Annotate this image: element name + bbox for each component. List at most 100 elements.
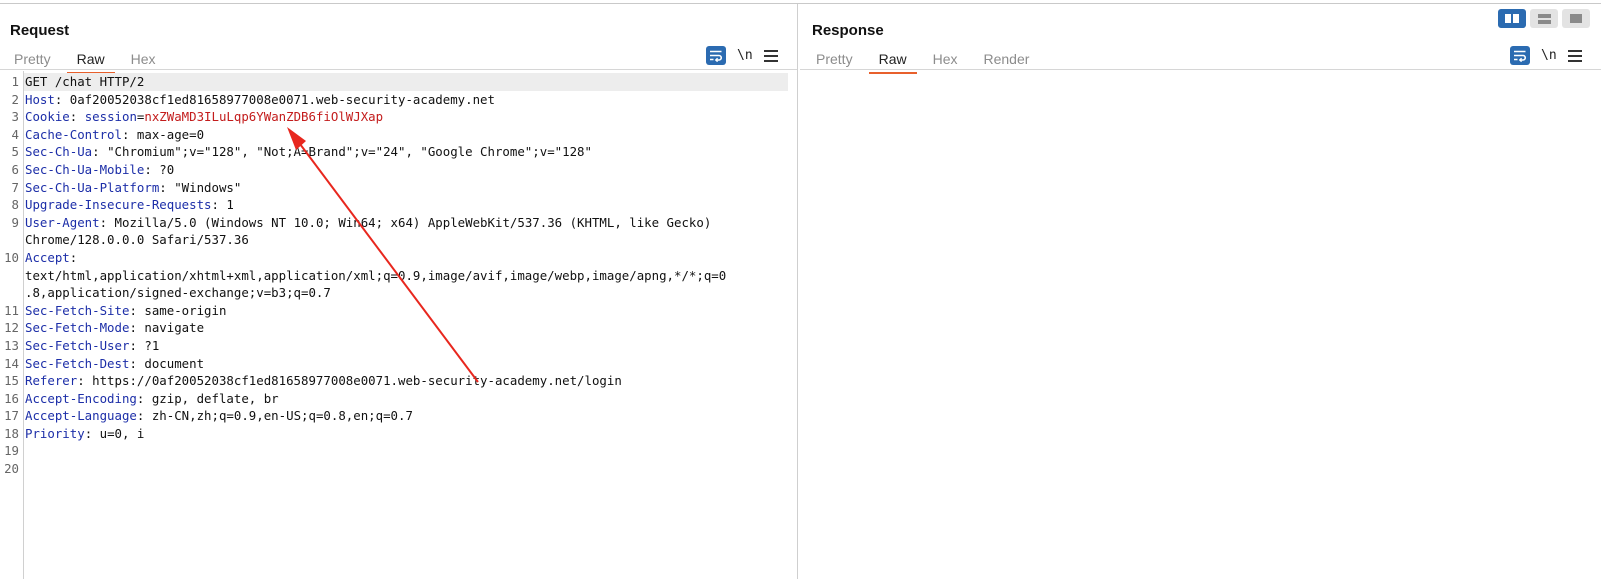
request-title: Request — [10, 22, 70, 39]
header-value: ?1 — [144, 337, 160, 353]
response-newline-toggle[interactable]: \n — [1541, 48, 1557, 63]
cookie-name: session — [84, 109, 137, 125]
header-name: Accept-Language — [25, 408, 137, 424]
request-hamburger-menu-icon[interactable] — [763, 49, 778, 62]
header-value: gzip, deflate, br — [151, 390, 279, 406]
line-number: 7 — [11, 179, 19, 195]
cookie-value: nxZWaMD3ILuLqp6YWanZDB6fiOlWJXap — [144, 109, 384, 125]
request-line: 3 Cookie: session=nxZWaMD3ILuLqp6YWanZDB6… — [0, 108, 790, 126]
request-panel: Request Pretty Raw Hex \n 1 GET /chat HTTP/… — [0, 4, 798, 579]
request-line: 10 Accept: — [0, 249, 790, 267]
header-value: document — [144, 355, 205, 371]
line-content: User-Agent: Mozilla/5.0 (Windows NT 10.0… — [25, 214, 712, 230]
request-tab-divider — [0, 69, 797, 70]
header-value: 0af20052038cf1ed81658977008e0071.web-sec… — [69, 91, 495, 107]
header-value: same-origin — [144, 302, 227, 318]
line-number: 9 — [11, 214, 19, 230]
line-text: text/html,application/xhtml+xml,applicat… — [25, 267, 727, 283]
response-editor[interactable] — [800, 71, 1597, 579]
line-number — [0, 267, 24, 285]
line-number: 5 — [11, 144, 19, 160]
header-name: Sec-Ch-Ua-Mobile — [25, 161, 145, 177]
response-hamburger-menu-icon[interactable] — [1567, 49, 1582, 62]
line-number — [0, 231, 24, 249]
request-line: 14 Sec-Fetch-Dest: document — [0, 355, 790, 373]
request-line: 2 Host: 0af20052038cf1ed81658977008e0071.… — [0, 91, 790, 109]
line-content: Sec-Ch-Ua: "Chromium";v="128", "Not;A=Br… — [25, 144, 592, 160]
line-number: 16 — [4, 390, 19, 406]
header-name: Sec-Ch-Ua — [25, 144, 93, 160]
line-content: GET /chat HTTP/2 — [24, 73, 788, 91]
header-name: Sec-Fetch-User — [25, 337, 130, 353]
header-value: "Chromium";v="128", "Not;A=Brand";v="24"… — [107, 144, 592, 160]
header-value: ?0 — [159, 161, 175, 177]
request-line: 7 Sec-Ch-Ua-Platform: "Windows" — [0, 179, 790, 197]
header-value: max-age=0 — [136, 126, 205, 142]
response-panel: Response Pretty Raw Hex Render \n — [800, 4, 1601, 579]
request-line: 20 — [0, 460, 790, 478]
line-content: Priority: u=0, i — [25, 425, 145, 441]
line-content: Upgrade-Insecure-Requests: 1 — [25, 197, 234, 213]
line-number: 14 — [4, 355, 19, 371]
line-number — [0, 284, 24, 302]
line-content: Cookie: session=nxZWaMD3ILuLqp6YWanZDB6f… — [25, 109, 384, 125]
line-number: 15 — [4, 373, 19, 389]
request-line: 5 Sec-Ch-Ua: "Chromium";v="128", "Not;A=B… — [0, 143, 790, 161]
line-number: 19 — [4, 443, 19, 459]
request-line: 17 Accept-Language: zh-CN,zh;q=0.9,en-US;… — [0, 407, 790, 425]
request-line: 12 Sec-Fetch-Mode: navigate — [0, 319, 790, 337]
line-number: 4 — [11, 126, 19, 142]
line-content: Chrome/128.0.0.0 Safari/537.36 — [24, 231, 788, 249]
header-name: User-Agent — [25, 214, 100, 230]
line-content: Accept: — [25, 249, 85, 265]
header-name: Sec-Ch-Ua-Platform — [25, 179, 160, 195]
request-line: 16 Accept-Encoding: gzip, deflate, br — [0, 390, 790, 408]
request-line: 6 Sec-Ch-Ua-Mobile: ?0 — [0, 161, 790, 179]
request-newline-toggle[interactable]: \n — [737, 48, 753, 63]
line-number: 3 — [11, 109, 19, 125]
line-content: Sec-Fetch-Site: same-origin — [25, 302, 227, 318]
line-number: 2 — [11, 91, 19, 107]
header-name: Host — [25, 91, 55, 107]
header-name: Cache-Control — [25, 126, 122, 142]
line-number: 8 — [11, 197, 19, 213]
wrap-lines-icon — [710, 50, 723, 62]
line-content: Cache-Control: max-age=0 — [25, 126, 205, 142]
request-editor[interactable]: 1 GET /chat HTTP/2 2 Host: 0af20052038cf1ed… — [0, 71, 797, 579]
line-number: 12 — [4, 320, 19, 336]
line-content: Referer: https://0af20052038cf1ed8165897… — [25, 373, 622, 389]
line-content: Sec-Fetch-Dest: document — [25, 355, 205, 371]
line-content — [24, 460, 788, 478]
header-name: Sec-Fetch-Dest — [25, 355, 130, 371]
line-number: 11 — [4, 302, 19, 318]
request-toolbar: \n — [706, 46, 778, 65]
request-line: 1 GET /chat HTTP/2 — [0, 73, 790, 91]
request-line: Chrome/128.0.0.0 Safari/537.36 — [0, 231, 790, 249]
line-number: 10 — [4, 249, 19, 265]
line-text: Chrome/128.0.0.0 Safari/537.36 — [25, 232, 249, 248]
line-number: 6 — [11, 161, 19, 177]
response-tab-divider — [800, 69, 1601, 70]
request-line: 8 Upgrade-Insecure-Requests: 1 — [0, 196, 790, 214]
line-content: Sec-Fetch-User: ?1 — [25, 337, 160, 353]
response-wrap-lines-button[interactable] — [1510, 46, 1530, 65]
request-wrap-lines-button[interactable] — [706, 46, 726, 65]
header-name: Cookie — [25, 109, 70, 125]
header-name: Accept — [25, 249, 70, 265]
header-value: zh-CN,zh;q=0.9,en-US;q=0.8,en;q=0.7 — [151, 408, 413, 424]
line-text: .8,application/signed-exchange;v=b3;q=0.… — [25, 285, 331, 301]
header-name: Accept-Encoding — [25, 390, 137, 406]
header-value: navigate — [144, 320, 205, 336]
header-value: "Windows" — [174, 179, 242, 195]
line-content: Sec-Ch-Ua-Mobile: ?0 — [25, 161, 175, 177]
header-value: Mozilla/5.0 (Windows NT 10.0; Win64; x64… — [114, 214, 712, 230]
line-number: 17 — [4, 408, 19, 424]
response-toolbar: \n — [1510, 46, 1582, 65]
line-content: text/html,application/xhtml+xml,applicat… — [24, 267, 788, 285]
line-content: .8,application/signed-exchange;v=b3;q=0.… — [24, 284, 788, 302]
request-line: 13 Sec-Fetch-User: ?1 — [0, 337, 790, 355]
request-line: 19 — [0, 442, 790, 460]
line-content — [24, 442, 788, 460]
line-text: GET /chat HTTP/2 — [25, 74, 145, 89]
header-name: Upgrade-Insecure-Requests — [25, 197, 212, 213]
